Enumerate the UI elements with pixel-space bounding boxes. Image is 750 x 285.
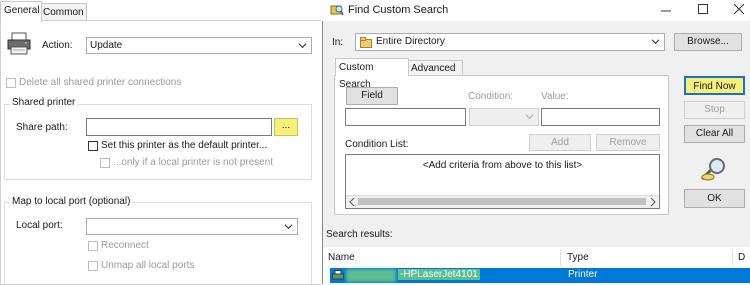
maximize-icon[interactable] <box>698 4 708 14</box>
condition-label: Condition: <box>468 91 514 102</box>
map-port-group <box>4 202 312 284</box>
local-port-label: Local port: <box>16 220 63 231</box>
tab-advanced[interactable]: Advanced <box>407 60 463 76</box>
in-label: In: <box>332 37 344 48</box>
add-button[interactable]: Add <box>529 134 591 151</box>
column-header-type[interactable]: Type <box>562 250 737 266</box>
map-port-group-title: Map to local port (optional) <box>10 196 133 207</box>
condition-list-placeholder: <Add criteria from above to this list> <box>422 160 583 171</box>
local-only-checkbox[interactable] <box>100 158 110 168</box>
find-now-button[interactable]: Find Now <box>684 76 745 95</box>
result-name: -HPLaserJet4101 <box>398 269 480 280</box>
action-select[interactable]: Update <box>86 37 312 54</box>
local-port-select[interactable] <box>86 218 298 235</box>
minimize-icon[interactable] <box>661 6 671 16</box>
shared-printer-group-title: Shared printer <box>10 97 78 108</box>
table-row[interactable]: -HPLaserJet4101 Printer <box>330 268 750 283</box>
value-input[interactable] <box>541 108 660 126</box>
chevron-down-icon <box>525 114 534 120</box>
stop-button[interactable]: Stop <box>684 101 745 119</box>
scroll-left-icon[interactable] <box>349 198 355 206</box>
unmap-checkbox[interactable] <box>88 261 98 271</box>
column-header-d[interactable]: D <box>733 250 750 266</box>
share-path-label: Share path: <box>16 122 68 133</box>
search-results-label: Search results: <box>326 229 393 240</box>
dialog-titlebar: Find Custom Search <box>322 0 750 21</box>
reconnect-checkbox[interactable] <box>88 241 98 251</box>
condition-select[interactable] <box>469 108 539 126</box>
result-type: Printer <box>568 269 598 280</box>
tab-general[interactable]: General <box>0 1 42 22</box>
delete-all-label: Delete all shared printer connections <box>19 77 182 88</box>
default-printer-checkbox[interactable] <box>88 141 98 151</box>
scroll-right-icon[interactable] <box>650 198 656 206</box>
dialog-title: Find Custom Search <box>348 4 449 16</box>
ok-button[interactable]: OK <box>684 189 745 208</box>
printer-icon <box>7 32 31 55</box>
column-header-name[interactable]: Name <box>323 250 558 266</box>
tab-common[interactable]: Common <box>39 3 87 21</box>
share-path-input[interactable] <box>86 118 272 136</box>
in-select[interactable]: Entire Directory <box>355 33 665 51</box>
properties-tabstrip: General Common <box>0 0 322 22</box>
condition-list[interactable]: <Add criteria from above to this list> <box>345 154 660 209</box>
clear-all-button[interactable]: Clear All <box>684 125 745 143</box>
column-divider[interactable] <box>560 250 561 266</box>
value-label: Value: <box>541 91 569 102</box>
directory-icon <box>360 37 372 48</box>
field-input[interactable] <box>345 108 466 126</box>
action-label: Action: <box>42 40 73 51</box>
default-printer-label: Set this printer as the default printer.… <box>101 140 268 151</box>
redacted-name-blur <box>346 269 396 282</box>
share-path-browse-button[interactable]: ... <box>274 118 298 136</box>
scrollbar-thumb[interactable] <box>358 198 646 205</box>
condition-list-label: Condition List: <box>345 139 409 150</box>
in-select-value: Entire Directory <box>376 36 445 47</box>
chevron-down-icon <box>651 39 660 45</box>
reconnect-label: Reconnect <box>101 240 149 251</box>
close-icon[interactable] <box>734 4 744 14</box>
action-select-value: Update <box>90 40 123 51</box>
remove-button[interactable]: Remove <box>596 134 660 151</box>
chevron-down-icon <box>298 43 307 49</box>
chevron-down-icon <box>284 224 293 230</box>
in-browse-button[interactable]: Browse... <box>674 33 742 51</box>
search-magnifier-icon <box>700 158 725 181</box>
find-dialog-icon <box>330 5 344 16</box>
printer-icon <box>332 270 344 280</box>
delete-all-checkbox[interactable] <box>6 78 16 88</box>
tab-custom-search[interactable]: Custom Search <box>335 58 409 90</box>
unmap-label: Unmap all local ports <box>101 260 195 271</box>
printer-properties-panel: General Common Action: Update Delete all… <box>0 0 322 285</box>
local-only-label: ...only if a local printer is not presen… <box>113 157 274 168</box>
condition-list-scrollbar[interactable] <box>346 195 659 208</box>
